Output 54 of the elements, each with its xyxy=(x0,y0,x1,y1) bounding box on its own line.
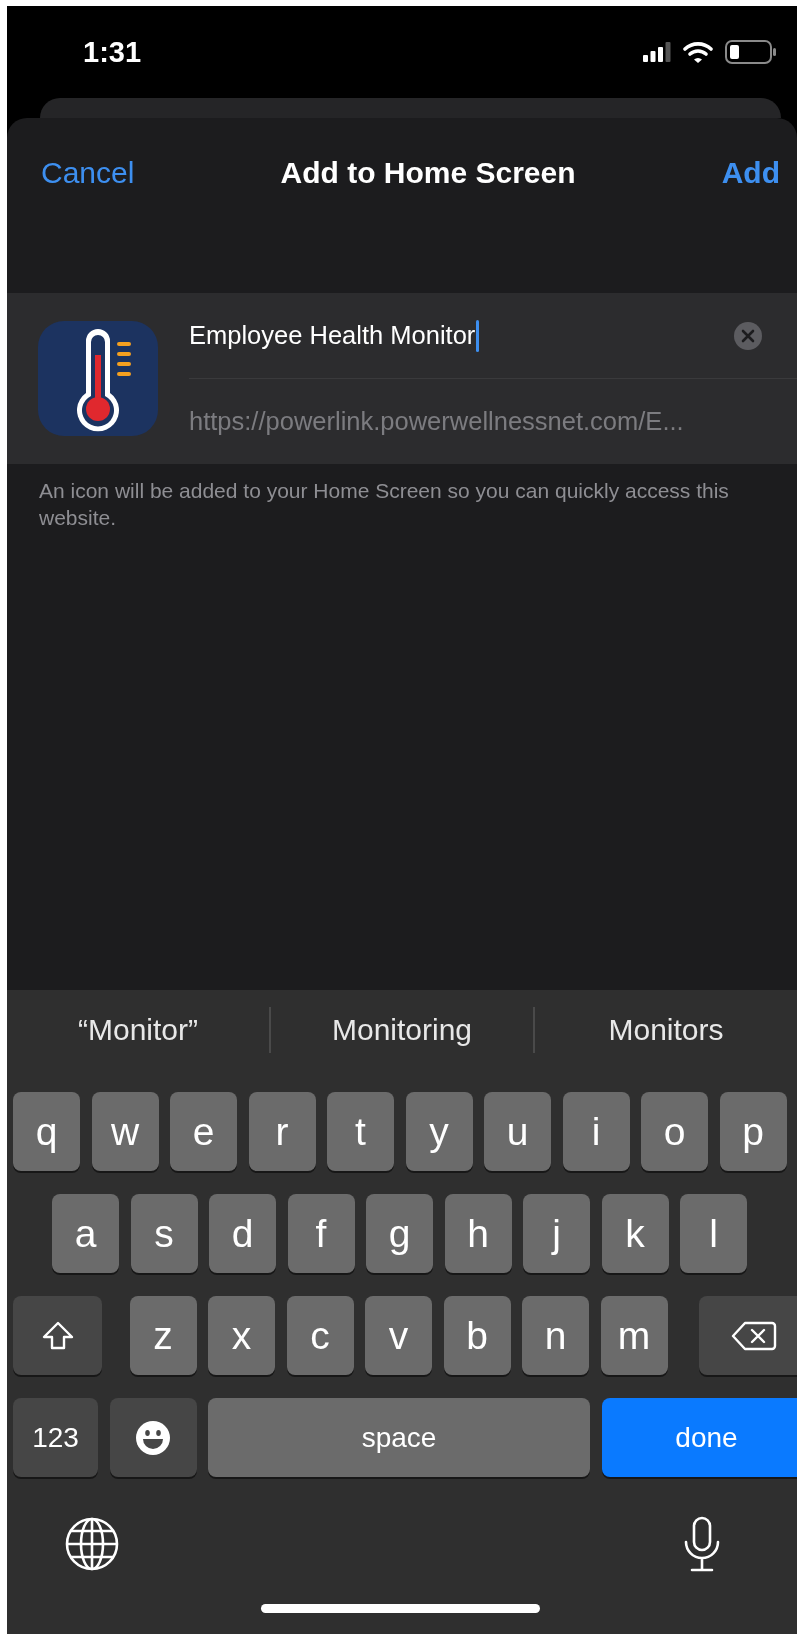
letter-key[interactable]: v xyxy=(365,1296,432,1375)
suggestion[interactable]: Monitors xyxy=(535,1013,797,1047)
thermometer-app-icon xyxy=(38,321,158,436)
letter-key[interactable]: p xyxy=(719,1092,787,1171)
signal-icon xyxy=(643,42,671,62)
suggestion[interactable]: Monitoring xyxy=(271,1013,533,1047)
letter-key[interactable]: d xyxy=(209,1194,276,1273)
letter-key[interactable]: o xyxy=(641,1092,708,1171)
clear-button[interactable] xyxy=(734,321,762,350)
letter-key[interactable]: m xyxy=(600,1296,668,1375)
letter-key[interactable]: f xyxy=(287,1194,355,1273)
letter-key[interactable]: k xyxy=(601,1194,669,1273)
letter-key[interactable]: q xyxy=(13,1092,80,1171)
letter-key[interactable]: y xyxy=(405,1092,473,1171)
smiley-icon xyxy=(135,1419,171,1456)
letter-key[interactable]: w xyxy=(91,1092,159,1171)
add-button[interactable]: Add xyxy=(721,156,780,190)
letter-key[interactable]: r xyxy=(248,1092,316,1171)
letter-key[interactable]: a xyxy=(52,1194,119,1273)
letter-key[interactable]: c xyxy=(286,1296,354,1375)
letter-key[interactable]: s xyxy=(130,1194,198,1273)
letter-key[interactable]: e xyxy=(170,1092,237,1171)
letter-key[interactable]: j xyxy=(523,1194,590,1273)
footnote-text: An icon will be added to your Home Screen so you can quickly access this website. xyxy=(38,478,730,531)
letter-key[interactable]: l xyxy=(680,1194,747,1273)
letter-key[interactable]: u xyxy=(484,1092,551,1171)
name-field[interactable]: Employee Health Monitor xyxy=(189,319,734,352)
sheet-title: Add to Home Screen xyxy=(279,156,577,190)
letter-key[interactable]: z xyxy=(129,1296,197,1375)
backspace-icon xyxy=(731,1319,777,1352)
space-key[interactable]: space xyxy=(208,1398,590,1477)
suggestion[interactable]: “Monitor” xyxy=(7,1013,269,1047)
battery-icon xyxy=(725,40,777,64)
text-cursor xyxy=(476,319,480,352)
letter-key[interactable]: g xyxy=(366,1194,433,1273)
numbers-key[interactable]: 123 xyxy=(13,1398,98,1477)
website-url: https://powerlink.powerwellnessnet.com/E... xyxy=(189,406,685,437)
letter-key[interactable]: x xyxy=(208,1296,275,1375)
microphone-icon[interactable] xyxy=(682,1516,722,1572)
shift-key[interactable] xyxy=(13,1296,102,1375)
delete-key[interactable] xyxy=(699,1296,797,1375)
wifi-icon xyxy=(683,41,713,63)
globe-icon[interactable] xyxy=(65,1517,119,1571)
letter-key[interactable]: b xyxy=(443,1296,511,1375)
letter-key[interactable]: n xyxy=(522,1296,589,1375)
shift-icon xyxy=(40,1320,75,1351)
letter-key[interactable]: h xyxy=(444,1194,512,1273)
letter-key[interactable]: t xyxy=(327,1092,394,1171)
status-time: 1:31 xyxy=(83,35,143,69)
cancel-button[interactable]: Cancel xyxy=(41,156,135,190)
emoji-key[interactable] xyxy=(109,1398,197,1477)
done-key[interactable]: done xyxy=(601,1398,797,1477)
clear-icon xyxy=(741,328,755,343)
letter-key[interactable]: i xyxy=(562,1092,630,1171)
